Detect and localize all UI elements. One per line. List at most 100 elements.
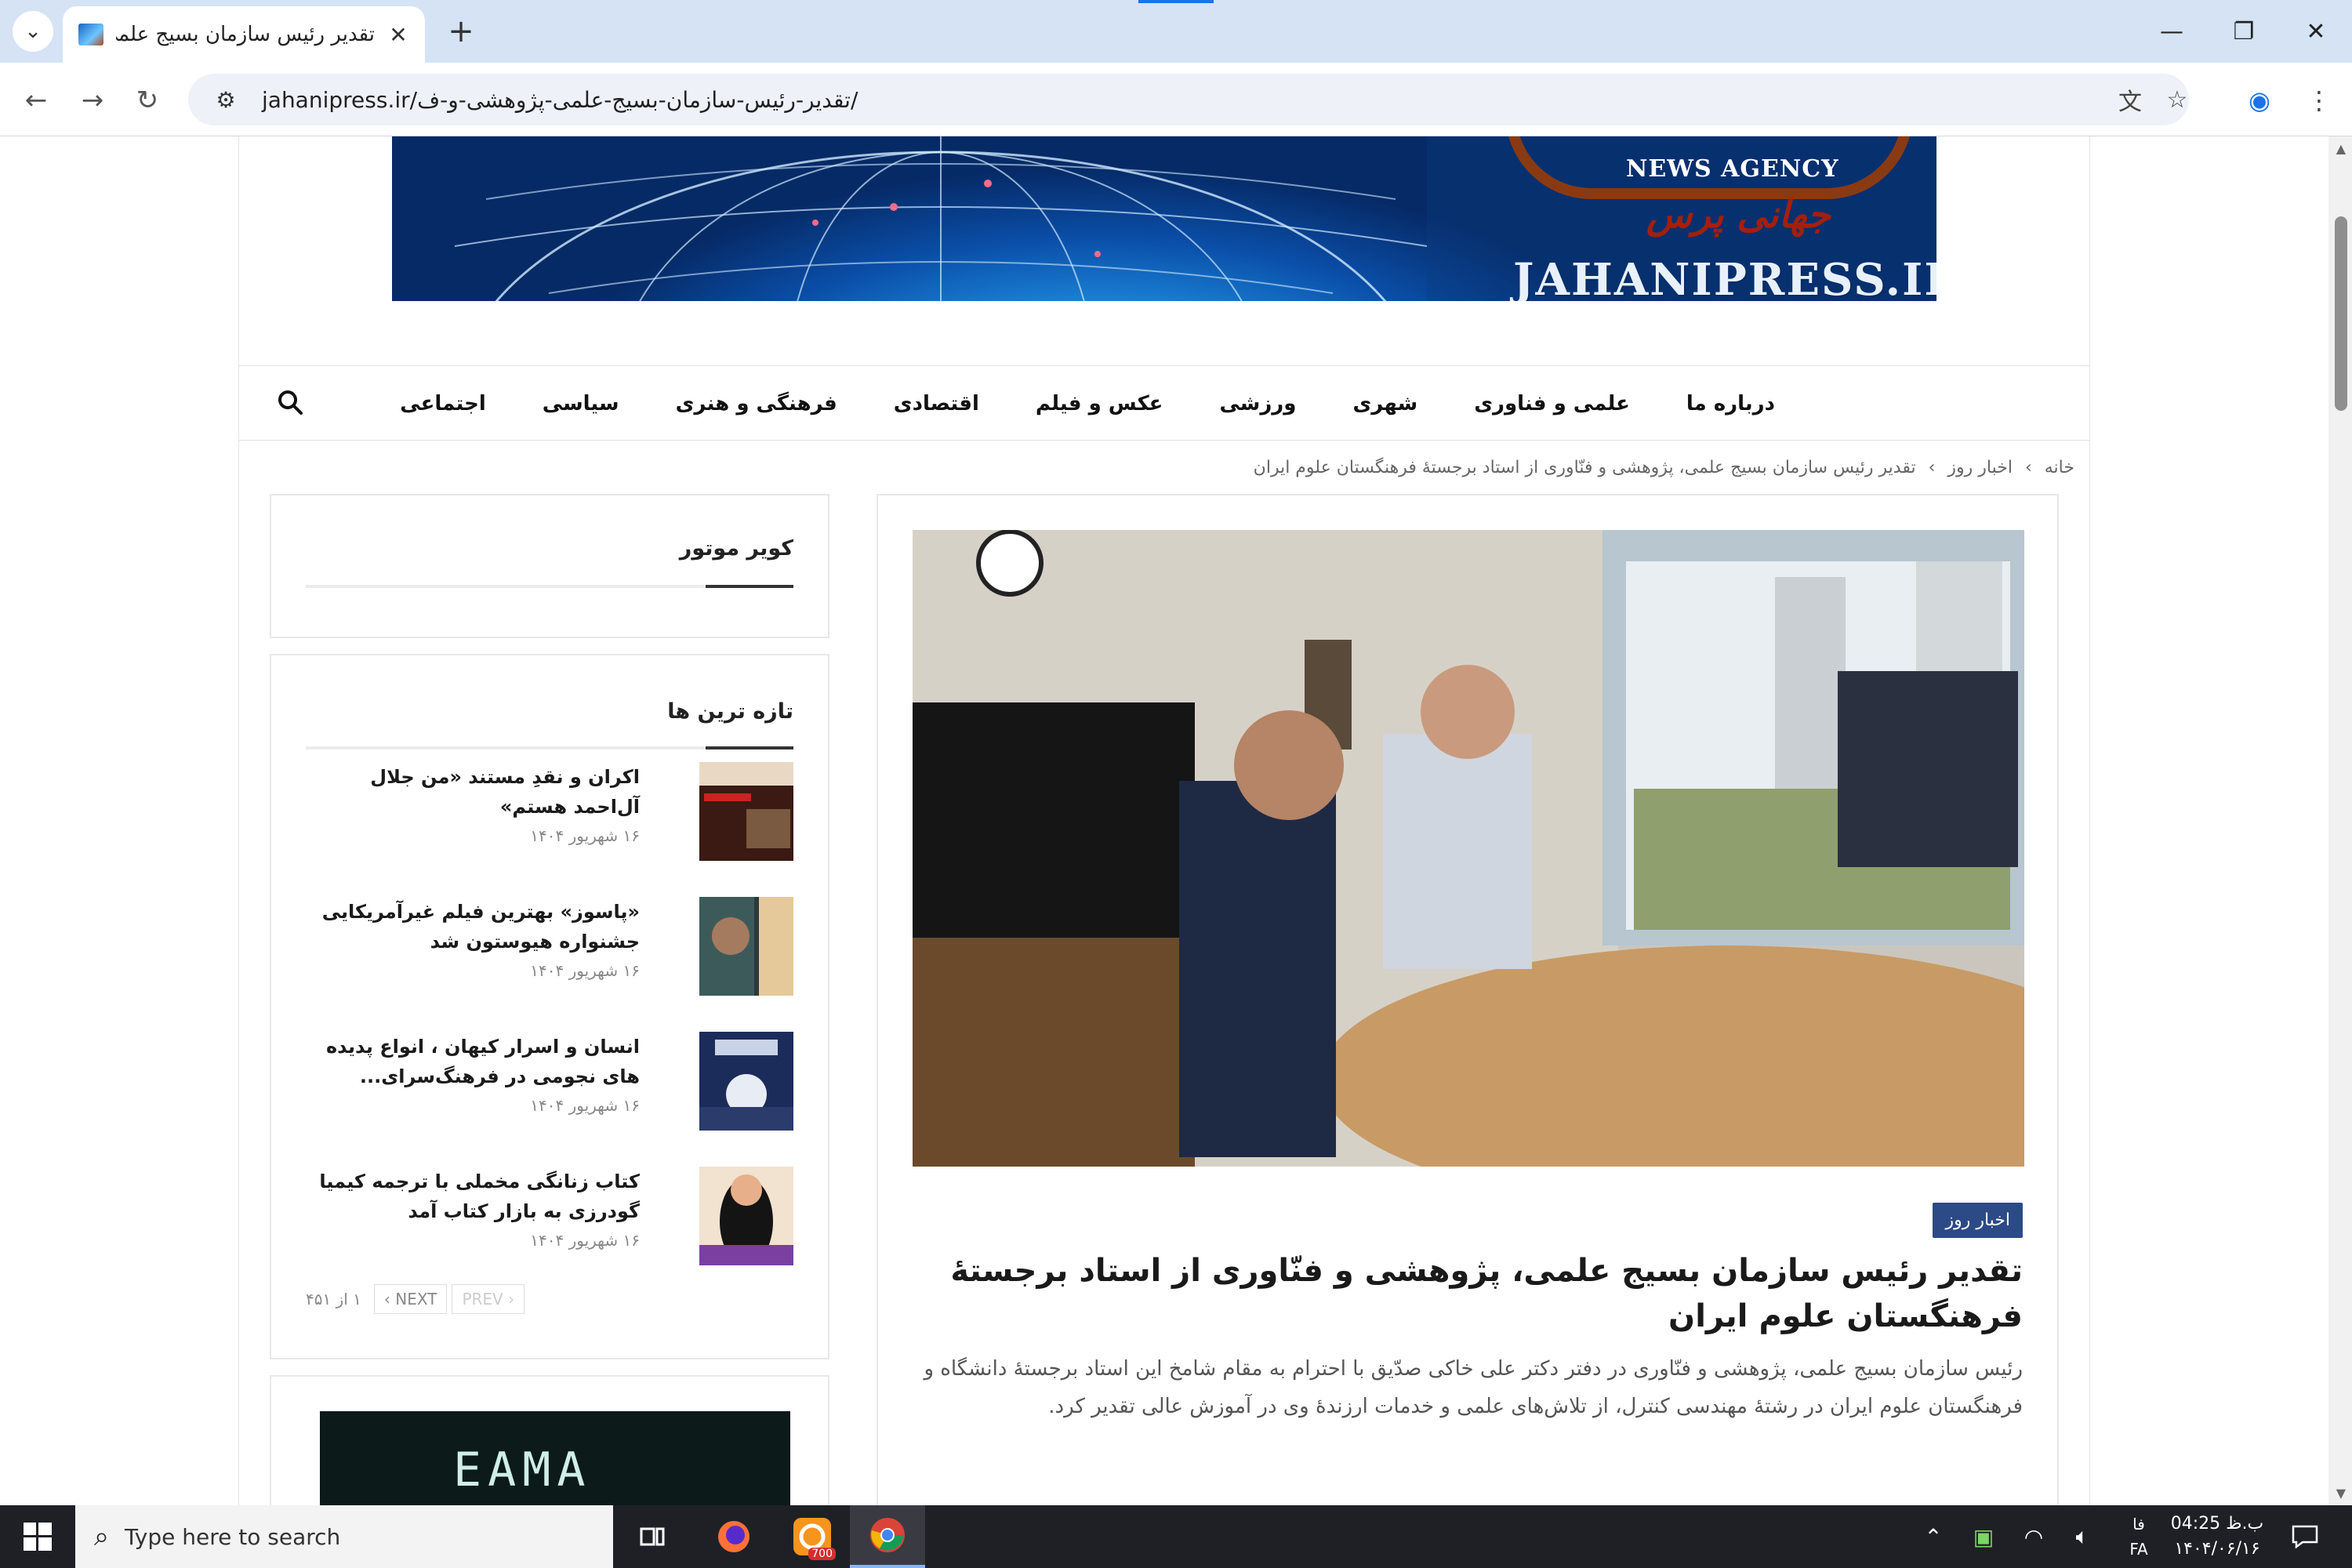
taskbar-search-placeholder: Type here to search bbox=[125, 1523, 341, 1550]
translate-icon[interactable]: 文 bbox=[2111, 80, 2150, 119]
banner-news-agency-label: NEWS AGENCY bbox=[1626, 155, 1839, 183]
pagination: ۱ از ۴۵۱ ‹ NEXT PREV › bbox=[306, 1284, 525, 1314]
list-item[interactable]: انسان و اسرار کیهان ، انواع پدیده های نج… bbox=[306, 1032, 793, 1134]
app-badge-count: 700 bbox=[808, 1548, 836, 1560]
list-item[interactable]: «پاسوز» بهترین فیلم غیرآمریکایی جشنواره … bbox=[306, 897, 793, 999]
article-title: تقدیر رئیس سازمان بسیج علمی، پژوهشی و فن… bbox=[950, 1253, 2023, 1334]
volume-icon[interactable]: 🔈︎ bbox=[2062, 1505, 2103, 1568]
menu-item-about[interactable]: درباره ما bbox=[1686, 392, 1775, 416]
site-banner[interactable]: NEWS AGENCY جهانی پرس JAHANIPRESS.IR bbox=[392, 136, 1936, 301]
post-thumbnail[interactable] bbox=[699, 1032, 793, 1131]
tab-title: تقدیر رئیس سازمان بسیج علمی، پ bbox=[116, 23, 375, 46]
reload-icon[interactable]: ↻ bbox=[127, 80, 168, 121]
clock-date: ۱۴۰۴/۰۶/۱۶ bbox=[2174, 1539, 2260, 1559]
tab-bar: ⌄ تقدیر رئیس سازمان بسیج علمی، پ ✕ + — ❐… bbox=[0, 0, 2352, 63]
menu-item-city[interactable]: شهری bbox=[1352, 392, 1417, 416]
post-title[interactable]: اکران و نقدِ مستند «من جلال آل‌احمد هستم… bbox=[310, 762, 640, 822]
taskbar-search-input[interactable]: ⌕ Type here to search bbox=[75, 1505, 613, 1568]
breadcrumb-category[interactable]: اخبار روز bbox=[1947, 458, 2013, 477]
search-icon[interactable] bbox=[274, 387, 306, 418]
active-tab[interactable]: تقدیر رئیس سازمان بسیج علمی، پ ✕ bbox=[63, 6, 425, 63]
breadcrumb-separator: › bbox=[1928, 458, 1936, 477]
scroll-thumb[interactable] bbox=[2335, 216, 2347, 411]
scroll-down-icon[interactable]: ▼ bbox=[2336, 1486, 2346, 1501]
tab-search-icon[interactable]: ⌄ bbox=[13, 11, 53, 52]
breadcrumb-home[interactable]: خانه bbox=[2045, 458, 2074, 477]
wifi-icon[interactable]: ◠ bbox=[2013, 1505, 2054, 1568]
breadcrumb: خانه › اخبار روز › تقدیر رئیس سازمان بسی… bbox=[1254, 458, 2074, 477]
post-date: ۱۶ شهریور ۱۴۰۴ bbox=[530, 961, 640, 980]
breadcrumb-separator: › bbox=[2024, 458, 2032, 477]
profile-icon[interactable]: ◉ bbox=[2239, 80, 2280, 121]
widget-latest-posts: تازه ترین ها اکران و نقدِ مستند «من جلال… bbox=[270, 654, 829, 1359]
menu-item-science-tech[interactable]: علمی و فناوری bbox=[1474, 392, 1630, 416]
widget-title: کویر موتور bbox=[679, 536, 793, 561]
close-icon[interactable]: ✕ bbox=[2285, 11, 2347, 52]
maximize-icon[interactable]: ❐ bbox=[2212, 11, 2275, 52]
post-thumbnail[interactable] bbox=[699, 1167, 793, 1265]
scroll-up-icon[interactable]: ▲ bbox=[2336, 141, 2346, 156]
new-tab-button[interactable]: + bbox=[441, 11, 481, 52]
chrome-icon[interactable] bbox=[850, 1505, 925, 1568]
address-bar[interactable]: ⚙ jahanipress.ir/تقدیر-رئیس-سازمان-بسیج-… bbox=[188, 74, 2189, 125]
menu-items: اجتماعی سیاسی فرهنگی و هنری اقتصادی عکس … bbox=[400, 366, 1775, 441]
firefox-icon[interactable] bbox=[696, 1505, 771, 1568]
article-card: اخبار روز تقدیر رئیس سازمان بسیج علمی، پ… bbox=[877, 494, 2059, 1505]
menu-item-sports[interactable]: ورزشی bbox=[1219, 392, 1296, 416]
list-item[interactable]: اکران و نقدِ مستند «من جلال آل‌احمد هستم… bbox=[306, 762, 793, 864]
input-language-indicator[interactable]: فا FA bbox=[2117, 1512, 2161, 1562]
banner-site-name: JAHANIPRESS.IR bbox=[1513, 254, 1936, 301]
widget-underline bbox=[306, 746, 793, 750]
post-thumbnail[interactable] bbox=[699, 762, 793, 861]
site-favicon-icon bbox=[78, 24, 103, 45]
site-info-icon[interactable]: ⚙ bbox=[202, 87, 249, 113]
widget-advertisement: EAMA bbox=[270, 1375, 829, 1505]
app-badge-icon[interactable]: 700 bbox=[775, 1505, 850, 1568]
ad-banner[interactable]: EAMA bbox=[320, 1411, 790, 1505]
tab-close-icon[interactable]: ✕ bbox=[387, 22, 409, 48]
task-view-icon[interactable] bbox=[615, 1505, 690, 1568]
pager-next-label: NEXT bbox=[395, 1290, 437, 1308]
taskbar-clock[interactable]: ب.ظ 04:25 ۱۴۰۴/۰۶/۱۶ bbox=[2162, 1512, 2272, 1562]
post-date: ۱۶ شهریور ۱۴۰۴ bbox=[530, 1096, 640, 1115]
windows-start-icon[interactable] bbox=[0, 1505, 75, 1568]
windows-taskbar: ⌕ Type here to search 700 ⌃ ▣ ◠ 🔈︎ فا FA… bbox=[0, 1505, 2352, 1568]
menu-item-social[interactable]: اجتماعی bbox=[400, 392, 486, 416]
lang-bottom: FA bbox=[2129, 1540, 2148, 1559]
browser-chrome: ⌄ تقدیر رئیس سازمان بسیج علمی، پ ✕ + — ❐… bbox=[0, 0, 2352, 136]
post-date: ۱۶ شهریور ۱۴۰۴ bbox=[530, 1231, 640, 1250]
back-icon[interactable]: ← bbox=[16, 80, 56, 121]
tab-drag-indicator bbox=[1138, 0, 1214, 3]
widget-title: تازه ترین ها bbox=[667, 699, 793, 724]
pager-next-button[interactable]: ‹ NEXT bbox=[373, 1284, 448, 1314]
post-title[interactable]: انسان و اسرار کیهان ، انواع پدیده های نج… bbox=[310, 1032, 640, 1091]
banner-persian-logo: جهانی پرس bbox=[1646, 193, 1831, 237]
forward-icon[interactable]: → bbox=[72, 80, 113, 121]
widget-underline-accent bbox=[706, 746, 793, 750]
pager-prev-label: PREV bbox=[462, 1290, 503, 1308]
menu-item-economy[interactable]: اقتصادی bbox=[894, 392, 979, 416]
minimize-icon[interactable]: — bbox=[2140, 11, 2203, 52]
category-tag[interactable]: اخبار روز bbox=[1933, 1203, 2023, 1238]
url-text[interactable]: jahanipress.ir/تقدیر-رئیس-سازمان-بسیج-عل… bbox=[262, 87, 858, 113]
menu-item-politics[interactable]: سیاسی bbox=[543, 392, 619, 416]
tray-overflow-icon[interactable]: ⌃ bbox=[1913, 1505, 1954, 1568]
post-title[interactable]: «پاسوز» بهترین فیلم غیرآمریکایی جشنواره … bbox=[310, 897, 640, 956]
list-item[interactable]: کتاب زنانگی مخملی با ترجمه کیمیا گودرزی … bbox=[306, 1167, 793, 1269]
page-viewport: NEWS AGENCY جهانی پرس JAHANIPRESS.IR اجت… bbox=[0, 136, 2352, 1505]
ad-text: EAMA bbox=[453, 1443, 592, 1497]
menu-item-culture-art[interactable]: فرهنگی و هنری bbox=[676, 392, 837, 416]
bookmark-star-icon[interactable]: ☆ bbox=[2158, 80, 2197, 119]
article-photo[interactable] bbox=[913, 530, 2024, 1167]
post-thumbnail[interactable] bbox=[699, 897, 793, 996]
battery-icon[interactable]: ▣ bbox=[1963, 1505, 2004, 1568]
notification-icon[interactable] bbox=[2283, 1505, 2327, 1568]
clock-time: ب.ظ 04:25 bbox=[2170, 1514, 2264, 1534]
post-title[interactable]: کتاب زنانگی مخملی با ترجمه کیمیا گودرزی … bbox=[310, 1167, 640, 1226]
menu-item-photo-video[interactable]: عکس و فیلم bbox=[1036, 392, 1163, 416]
widget-kavir-motor: کویر موتور bbox=[270, 494, 829, 638]
windows-logo-icon bbox=[24, 1523, 52, 1551]
widget-underline bbox=[306, 585, 793, 588]
pager-prev-button[interactable]: PREV › bbox=[452, 1284, 525, 1314]
menu-dots-icon[interactable]: ⋮ bbox=[2299, 80, 2339, 121]
